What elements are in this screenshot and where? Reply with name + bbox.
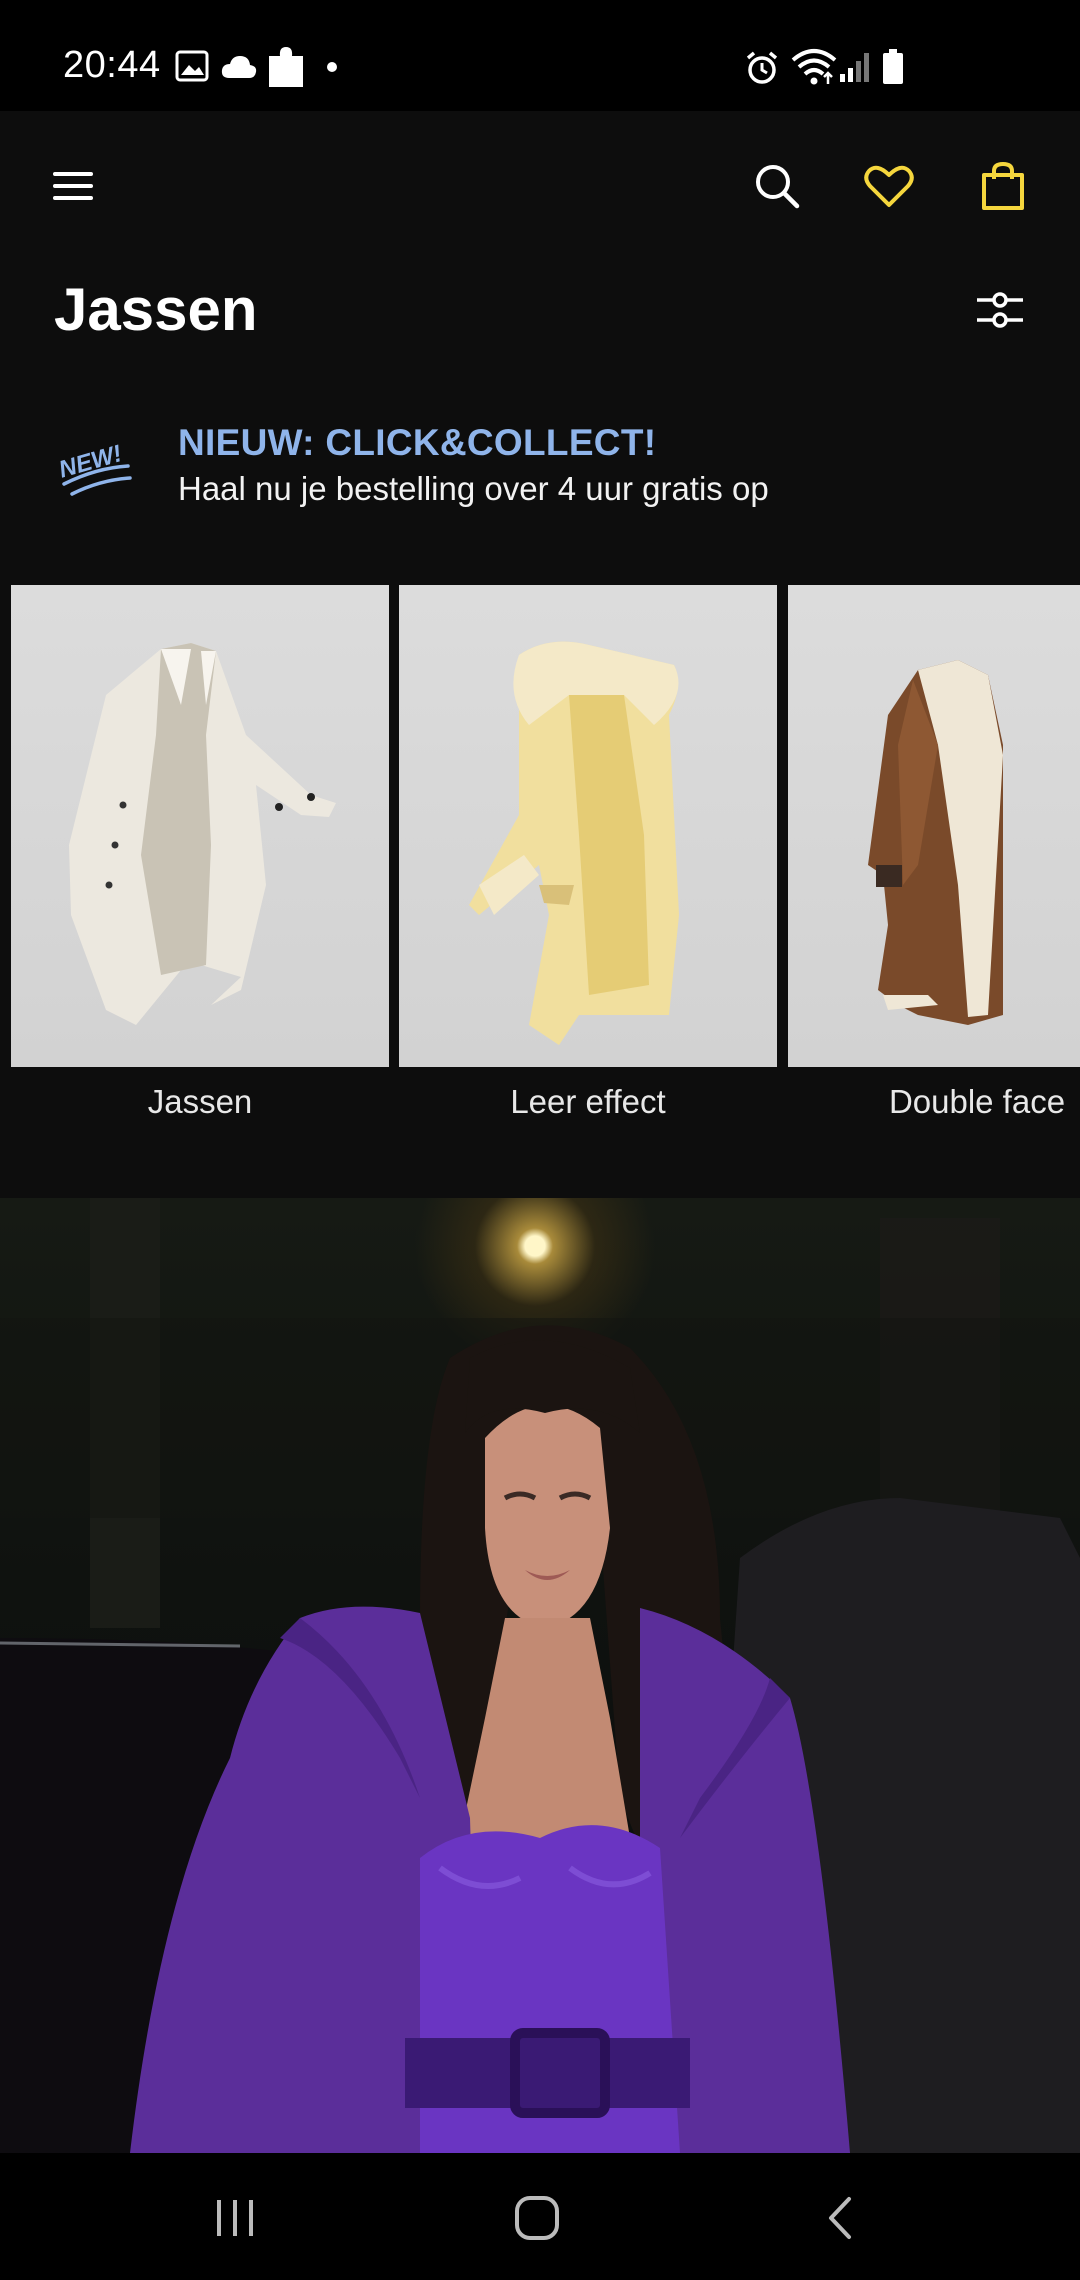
category-image [399,585,777,1067]
heart-icon [864,165,914,207]
wifi-icon [791,49,837,85]
status-time: 20:44 [63,44,161,86]
category-image [11,585,389,1067]
status-bar: 20:44 [0,0,1080,111]
back-icon [829,2197,851,2239]
hamburger-menu-icon [53,172,93,200]
shopping-bag-button[interactable] [970,151,1036,221]
category-card-leer-effect[interactable]: Leer effect [399,585,777,1145]
search-icon [756,165,800,209]
wishlist-button[interactable] [854,153,924,219]
signal-icon [840,53,869,82]
filter-button[interactable] [965,280,1035,340]
image-icon [175,50,209,82]
recent-apps-icon [217,2200,253,2236]
filter-sliders-icon [977,292,1023,328]
puzzle-icon [269,47,303,87]
category-label: Jassen [147,1083,253,1120]
search-button[interactable] [744,153,810,219]
cloud-icon [221,56,257,78]
category-carousel[interactable]: Jassen Leer effect Double face [0,585,1080,1145]
home-icon [515,2196,559,2240]
system-navigation-bar [0,2153,1080,2280]
svg-text:NEW!: NEW! [56,440,125,484]
alarm-icon [746,51,778,84]
promo-title: NIEUW: CLICK&COLLECT! [178,422,657,463]
shopping-bag-icon [982,161,1024,210]
back-button[interactable] [805,2183,875,2253]
home-button[interactable] [500,2181,574,2255]
new-badge-icon: NEW! [56,440,132,496]
recent-apps-button[interactable] [200,2183,270,2253]
battery-icon [883,49,903,84]
dot-icon [327,62,337,72]
page-title: Jassen [54,276,258,343]
campaign-hero-image[interactable] [0,1198,1080,2153]
promo-subtitle: Haal nu je bestelling over 4 uur gratis … [178,470,769,507]
category-card-double-face[interactable]: Double face [788,585,1080,1145]
menu-button[interactable] [40,153,106,219]
click-collect-banner[interactable]: NEW! NIEUW: CLICK&COLLECT! Haal nu je be… [0,400,1080,540]
category-card-jassen[interactable]: Jassen [11,585,389,1145]
category-image [788,585,1080,1067]
top-app-bar [0,111,1080,261]
category-label: Double face [888,1083,1066,1120]
category-label: Leer effect [510,1083,666,1120]
